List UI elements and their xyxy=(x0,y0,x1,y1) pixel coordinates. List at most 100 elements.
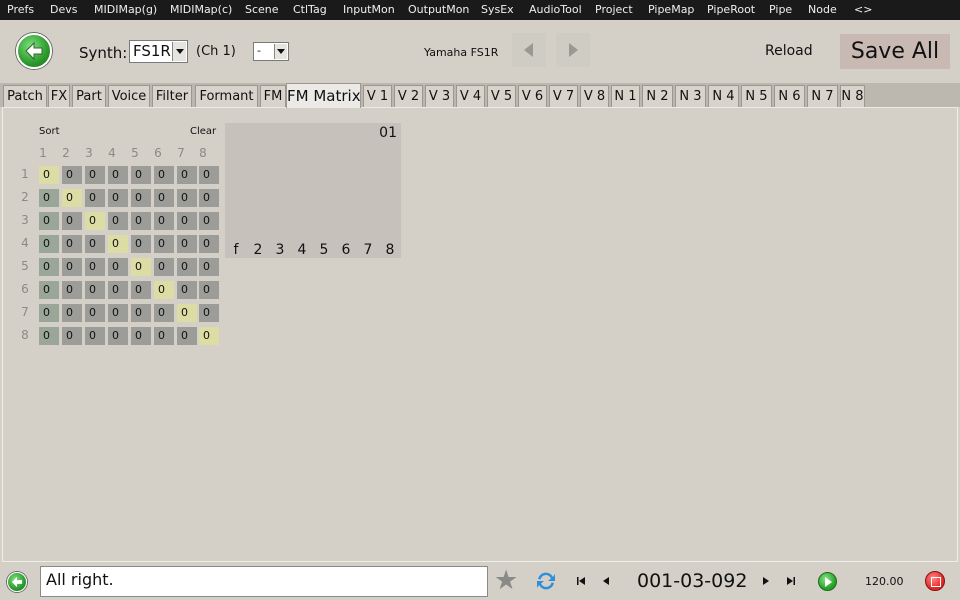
tab-part[interactable]: Part xyxy=(72,85,106,107)
matrix-cell[interactable]: 0 xyxy=(39,235,59,253)
matrix-cell[interactable]: 0 xyxy=(131,304,151,322)
star-icon[interactable]: ★ xyxy=(494,567,518,595)
matrix-cell[interactable]: 0 xyxy=(85,189,105,207)
matrix-cell[interactable]: 0 xyxy=(177,235,197,253)
next-button[interactable] xyxy=(556,33,590,67)
matrix-cell[interactable]: 0 xyxy=(177,327,197,345)
matrix-cell[interactable]: 0 xyxy=(199,281,219,299)
chevron-down-icon[interactable] xyxy=(172,42,186,61)
matrix-cell[interactable]: 0 xyxy=(108,212,128,230)
tab-v4[interactable]: V 4 xyxy=(456,85,485,107)
matrix-cell[interactable]: 0 xyxy=(199,235,219,253)
tab-v8[interactable]: V 8 xyxy=(580,85,609,107)
matrix-cell[interactable]: 0 xyxy=(62,258,82,276)
menu-item-project[interactable]: Project xyxy=(595,3,633,16)
matrix-cell[interactable]: 0 xyxy=(39,304,59,322)
tab-filter[interactable]: Filter xyxy=(152,85,192,107)
tab-v6[interactable]: V 6 xyxy=(518,85,547,107)
matrix-cell[interactable]: 0 xyxy=(177,258,197,276)
matrix-cell[interactable]: 0 xyxy=(108,281,128,299)
step-forward-icon[interactable] xyxy=(762,575,770,587)
matrix-cell[interactable]: 0 xyxy=(177,304,197,322)
matrix-cell[interactable]: 0 xyxy=(85,327,105,345)
tab-n5[interactable]: N 5 xyxy=(741,85,772,107)
matrix-cell[interactable]: 0 xyxy=(85,166,105,184)
matrix-cell[interactable]: 0 xyxy=(199,327,219,345)
tab-v2[interactable]: V 2 xyxy=(394,85,423,107)
matrix-cell[interactable]: 0 xyxy=(199,212,219,230)
tab-patch[interactable]: Patch xyxy=(3,85,47,107)
matrix-cell[interactable]: 0 xyxy=(154,258,174,276)
matrix-cell[interactable]: 0 xyxy=(154,304,174,322)
matrix-cell[interactable]: 0 xyxy=(62,327,82,345)
matrix-cell[interactable]: 0 xyxy=(199,258,219,276)
matrix-cell[interactable]: 0 xyxy=(39,327,59,345)
skip-end-icon[interactable] xyxy=(786,575,796,587)
matrix-cell[interactable]: 0 xyxy=(85,258,105,276)
matrix-cell[interactable]: 0 xyxy=(154,327,174,345)
menu-item-audiotool[interactable]: AudioTool xyxy=(529,3,582,16)
reload-button[interactable]: Reload xyxy=(765,43,813,59)
matrix-cell[interactable]: 0 xyxy=(62,212,82,230)
tab-n6[interactable]: N 6 xyxy=(774,85,805,107)
menu-item-piperoot[interactable]: PipeRoot xyxy=(707,3,755,16)
menu-item-midimap-c[interactable]: MIDIMap(c) xyxy=(170,3,232,16)
menu-item-node[interactable]: Node xyxy=(808,3,837,16)
matrix-cell[interactable]: 0 xyxy=(108,258,128,276)
matrix-cell[interactable]: 0 xyxy=(62,281,82,299)
matrix-cell[interactable]: 0 xyxy=(131,327,151,345)
matrix-cell[interactable]: 0 xyxy=(85,235,105,253)
menu-item-scene[interactable]: Scene xyxy=(245,3,279,16)
tab-voice[interactable]: Voice xyxy=(108,85,150,107)
matrix-cell[interactable]: 0 xyxy=(199,189,219,207)
matrix-cell[interactable]: 0 xyxy=(85,304,105,322)
matrix-cell[interactable]: 0 xyxy=(177,166,197,184)
tab-fm[interactable]: FM xyxy=(260,85,286,107)
matrix-cell[interactable]: 0 xyxy=(39,189,59,207)
tab-n3[interactable]: N 3 xyxy=(675,85,706,107)
channel-select[interactable]: - xyxy=(253,42,289,61)
save-all-button[interactable]: Save All xyxy=(840,34,950,69)
menu-item-prefs[interactable]: Prefs xyxy=(7,3,34,16)
tab-v7[interactable]: V 7 xyxy=(549,85,578,107)
matrix-cell[interactable]: 0 xyxy=(154,235,174,253)
matrix-cell[interactable]: 0 xyxy=(39,281,59,299)
tab-fx[interactable]: FX xyxy=(48,85,70,107)
clear-button[interactable]: Clear xyxy=(190,126,216,137)
matrix-cell[interactable]: 0 xyxy=(154,281,174,299)
tab-formant[interactable]: Formant xyxy=(195,85,258,107)
synth-select[interactable]: FS1R xyxy=(129,40,188,63)
sort-button[interactable]: Sort xyxy=(39,126,60,137)
matrix-cell[interactable]: 0 xyxy=(108,235,128,253)
matrix-cell[interactable]: 0 xyxy=(177,189,197,207)
tab-v3[interactable]: V 3 xyxy=(425,85,454,107)
matrix-cell[interactable]: 0 xyxy=(131,235,151,253)
matrix-cell[interactable]: 0 xyxy=(108,166,128,184)
menu-item-sysex[interactable]: SysEx xyxy=(481,3,514,16)
stop-icon[interactable] xyxy=(925,571,945,591)
matrix-cell[interactable]: 0 xyxy=(199,166,219,184)
matrix-cell[interactable]: 0 xyxy=(177,212,197,230)
matrix-cell[interactable]: 0 xyxy=(85,281,105,299)
tab-n7[interactable]: N 7 xyxy=(807,85,838,107)
menu-item-devs[interactable]: Devs xyxy=(50,3,77,16)
matrix-cell[interactable]: 0 xyxy=(131,212,151,230)
matrix-cell[interactable]: 0 xyxy=(108,304,128,322)
status-back-button[interactable] xyxy=(7,572,27,592)
matrix-cell[interactable]: 0 xyxy=(39,166,59,184)
matrix-cell[interactable]: 0 xyxy=(154,189,174,207)
matrix-cell[interactable]: 0 xyxy=(131,281,151,299)
matrix-cell[interactable]: 0 xyxy=(131,189,151,207)
tab-v5[interactable]: V 5 xyxy=(487,85,516,107)
tab-n1[interactable]: N 1 xyxy=(611,85,640,107)
menu-item-outputmon[interactable]: OutputMon xyxy=(408,3,469,16)
tab-n4[interactable]: N 4 xyxy=(708,85,739,107)
matrix-cell[interactable]: 0 xyxy=(85,212,105,230)
matrix-cell[interactable]: 0 xyxy=(108,189,128,207)
skip-start-icon[interactable] xyxy=(576,575,586,587)
tab-fm-matrix[interactable]: FM Matrix xyxy=(286,83,361,108)
matrix-cell[interactable]: 0 xyxy=(39,212,59,230)
matrix-cell[interactable]: 0 xyxy=(154,166,174,184)
matrix-cell[interactable]: 0 xyxy=(62,304,82,322)
matrix-cell[interactable]: 0 xyxy=(199,304,219,322)
